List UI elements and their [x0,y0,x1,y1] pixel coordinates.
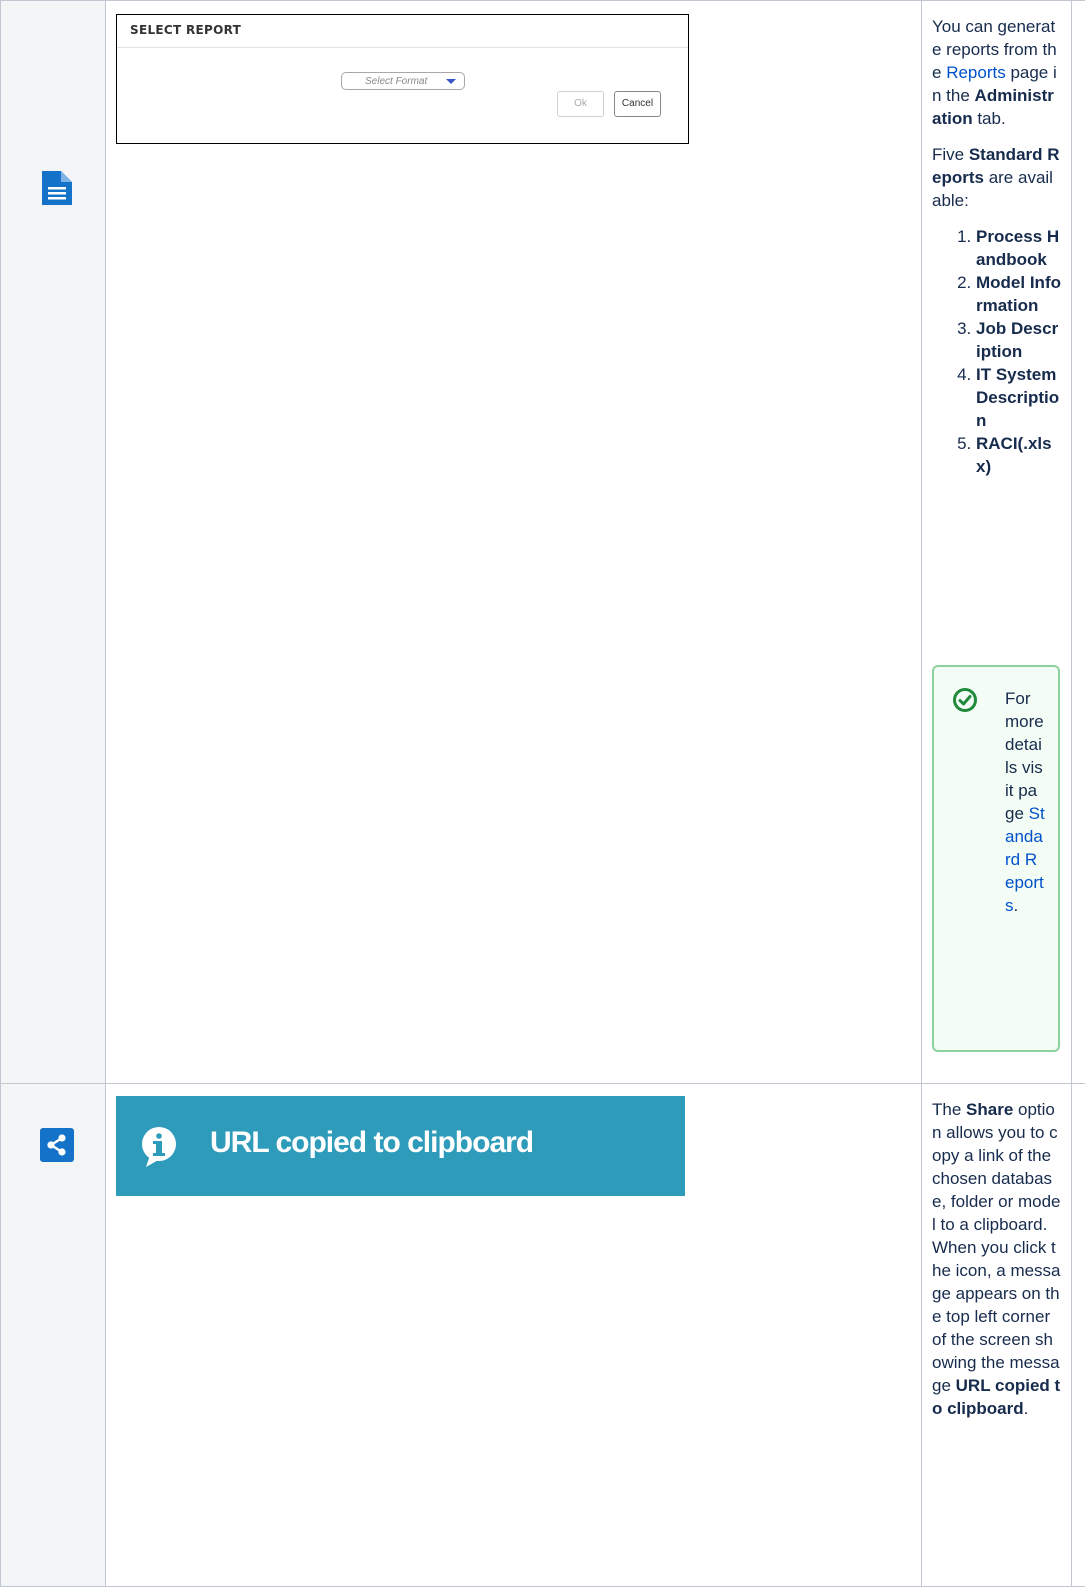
share-description: The Share option allows you to copy a li… [932,1098,1062,1420]
reports-intro: You can generate reports from the Report… [932,15,1062,130]
note-text: For more details visit page Standard Rep… [1005,687,1045,917]
text-segment: . [1023,1399,1029,1418]
standard-reports-intro: Five Standard Reports are available: [932,143,1062,212]
cancel-button[interactable]: Cancel [614,91,661,117]
list-item: Job Description [976,317,1062,363]
url-copied-toast: URL copied to clipboard [116,1096,685,1196]
ok-button[interactable]: Ok [557,91,604,117]
share-bold: Share [966,1100,1014,1119]
text-segment: . [1013,896,1019,915]
list-item: Process Handbook [976,225,1062,271]
check-circle-icon [953,688,977,712]
reports-description: You can generate reports from the Report… [932,15,1062,478]
table-border-top [0,0,1085,1]
document-icon [42,171,72,205]
toast-message: URL copied to clipboard [210,1126,534,1159]
column-divider-2 [921,0,922,1587]
content-table: SELECT REPORT Select Format Ok Cancel Yo… [0,0,1085,1587]
icon-column [0,0,105,1587]
table-border-right [1071,0,1072,1587]
list-item: RACI(.xlsx) [976,432,1062,478]
list-item: Model Information [976,271,1062,317]
table-border-left [0,0,1,1587]
row-divider [0,1083,1085,1084]
text-segment: The [932,1100,967,1119]
info-icon [142,1127,176,1167]
reports-list: Process Handbook Model Information Job D… [932,225,1062,478]
dialog-separator [117,47,688,48]
tip-note: For more details visit page Standard Rep… [932,665,1060,1052]
share-icon [40,1128,74,1162]
list-item: IT System Description [976,363,1062,432]
format-select-placeholder: Select Format [365,76,428,87]
text-segment: option allows you to copy a link of the … [932,1100,1061,1395]
dialog-title: SELECT REPORT [130,23,242,37]
select-report-dialog: SELECT REPORT Select Format Ok Cancel [116,14,689,144]
chevron-down-icon [446,79,456,84]
text-segment: For more details visit page [1005,689,1044,823]
format-select[interactable]: Select Format [341,72,465,90]
column-divider-1 [105,0,106,1587]
text-segment: tab. [972,109,1006,128]
reports-link[interactable]: Reports [946,63,1006,82]
text-segment: Five [932,145,969,164]
